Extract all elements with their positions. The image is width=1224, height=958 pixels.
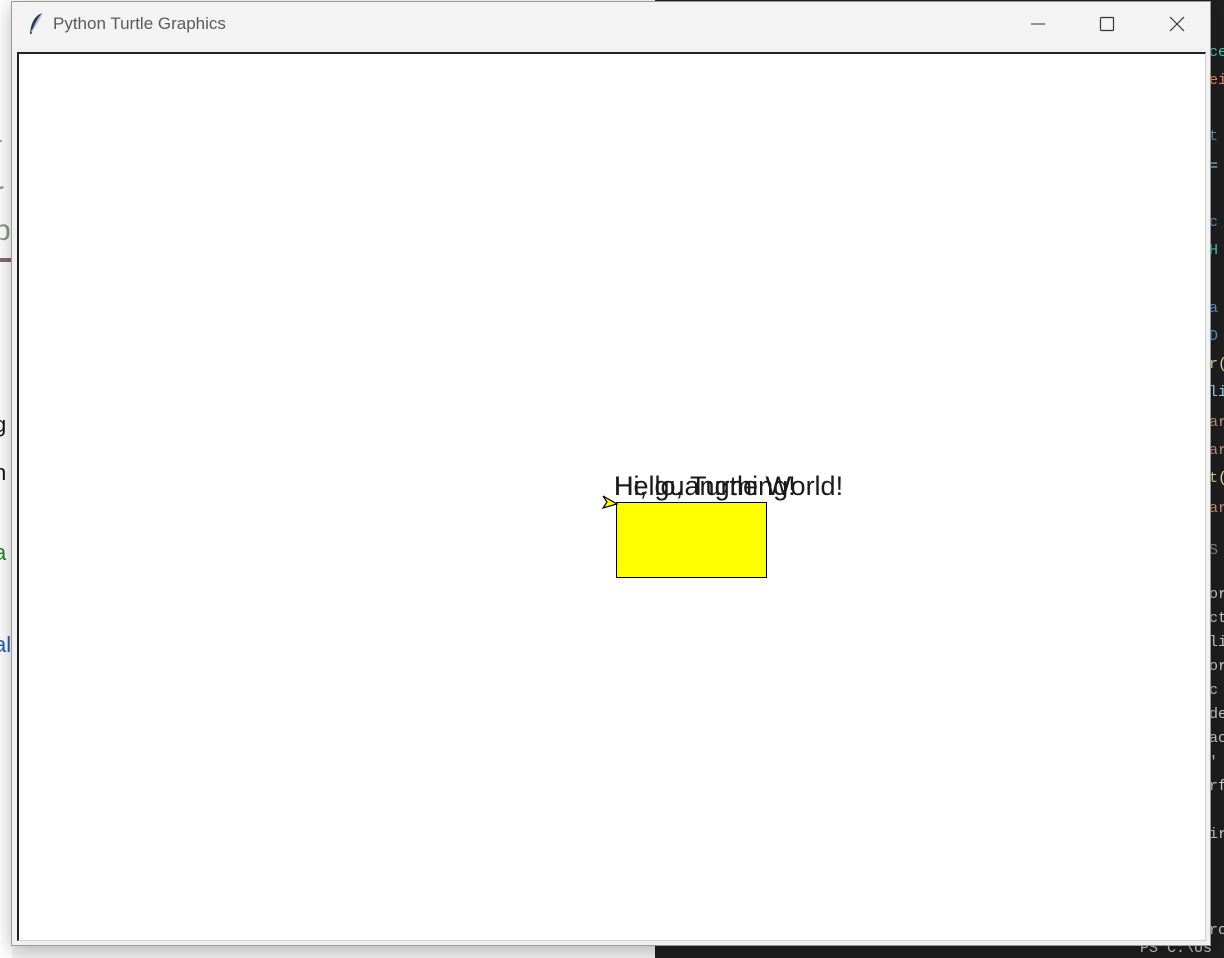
background-doc-fragment: r bbox=[0, 176, 4, 210]
background-doc-fragment: a bbox=[0, 540, 7, 565]
turtle-cursor-icon bbox=[601, 495, 619, 510]
background-doc-fragment: g bbox=[0, 412, 7, 437]
background-code-fragment: ct bbox=[1209, 610, 1224, 627]
background-code-fragment: or bbox=[1209, 586, 1224, 603]
background-code-fragment: r( bbox=[1209, 356, 1224, 373]
background-code-fragment: ac bbox=[1209, 730, 1224, 747]
background-scroll-strip bbox=[12, 944, 655, 958]
background-code-fragment: t( bbox=[1209, 470, 1224, 487]
background-code-fragment: li bbox=[1209, 634, 1224, 651]
turtle-window: Python Turtle Graphics Hello, Turtle Wor… bbox=[11, 1, 1211, 946]
background-code-fragment: ir bbox=[1209, 826, 1224, 843]
minimize-icon bbox=[1031, 23, 1045, 25]
minimize-button[interactable] bbox=[1004, 2, 1072, 46]
yellow-rectangle bbox=[616, 502, 767, 578]
canvas-text-greeting: Hi, guangming! bbox=[614, 471, 796, 501]
background-code-fragment: de bbox=[1209, 706, 1224, 723]
close-icon bbox=[1169, 16, 1185, 32]
background-doc-fragment: r bbox=[0, 132, 2, 160]
background-code-fragment: ar bbox=[1209, 442, 1224, 459]
title-bar[interactable]: Python Turtle Graphics bbox=[12, 2, 1210, 48]
background-code-fragment: li bbox=[1209, 384, 1224, 401]
turtle-canvas[interactable]: Hello, Turtle World! Hi, guangming! bbox=[17, 52, 1206, 941]
window-title: Python Turtle Graphics bbox=[53, 14, 226, 33]
background-code-fragment: ar bbox=[1209, 500, 1224, 517]
feather-icon bbox=[30, 12, 43, 34]
background-code-fragment: ce bbox=[1209, 44, 1224, 61]
background-code-fragment: or bbox=[1209, 658, 1224, 675]
background-doc-fragment: p bbox=[0, 214, 11, 247]
background-code-fragment: ro bbox=[1209, 922, 1224, 939]
background-doc-fragment: n bbox=[0, 460, 7, 485]
background-doc-fragment: al bbox=[0, 632, 12, 657]
close-button[interactable] bbox=[1143, 2, 1211, 46]
background-code-fragment: ar bbox=[1209, 414, 1224, 431]
background-code-fragment: ei bbox=[1209, 72, 1224, 89]
maximize-icon bbox=[1099, 16, 1115, 32]
background-code-fragment: rf bbox=[1209, 778, 1224, 795]
maximize-button[interactable] bbox=[1073, 2, 1141, 46]
